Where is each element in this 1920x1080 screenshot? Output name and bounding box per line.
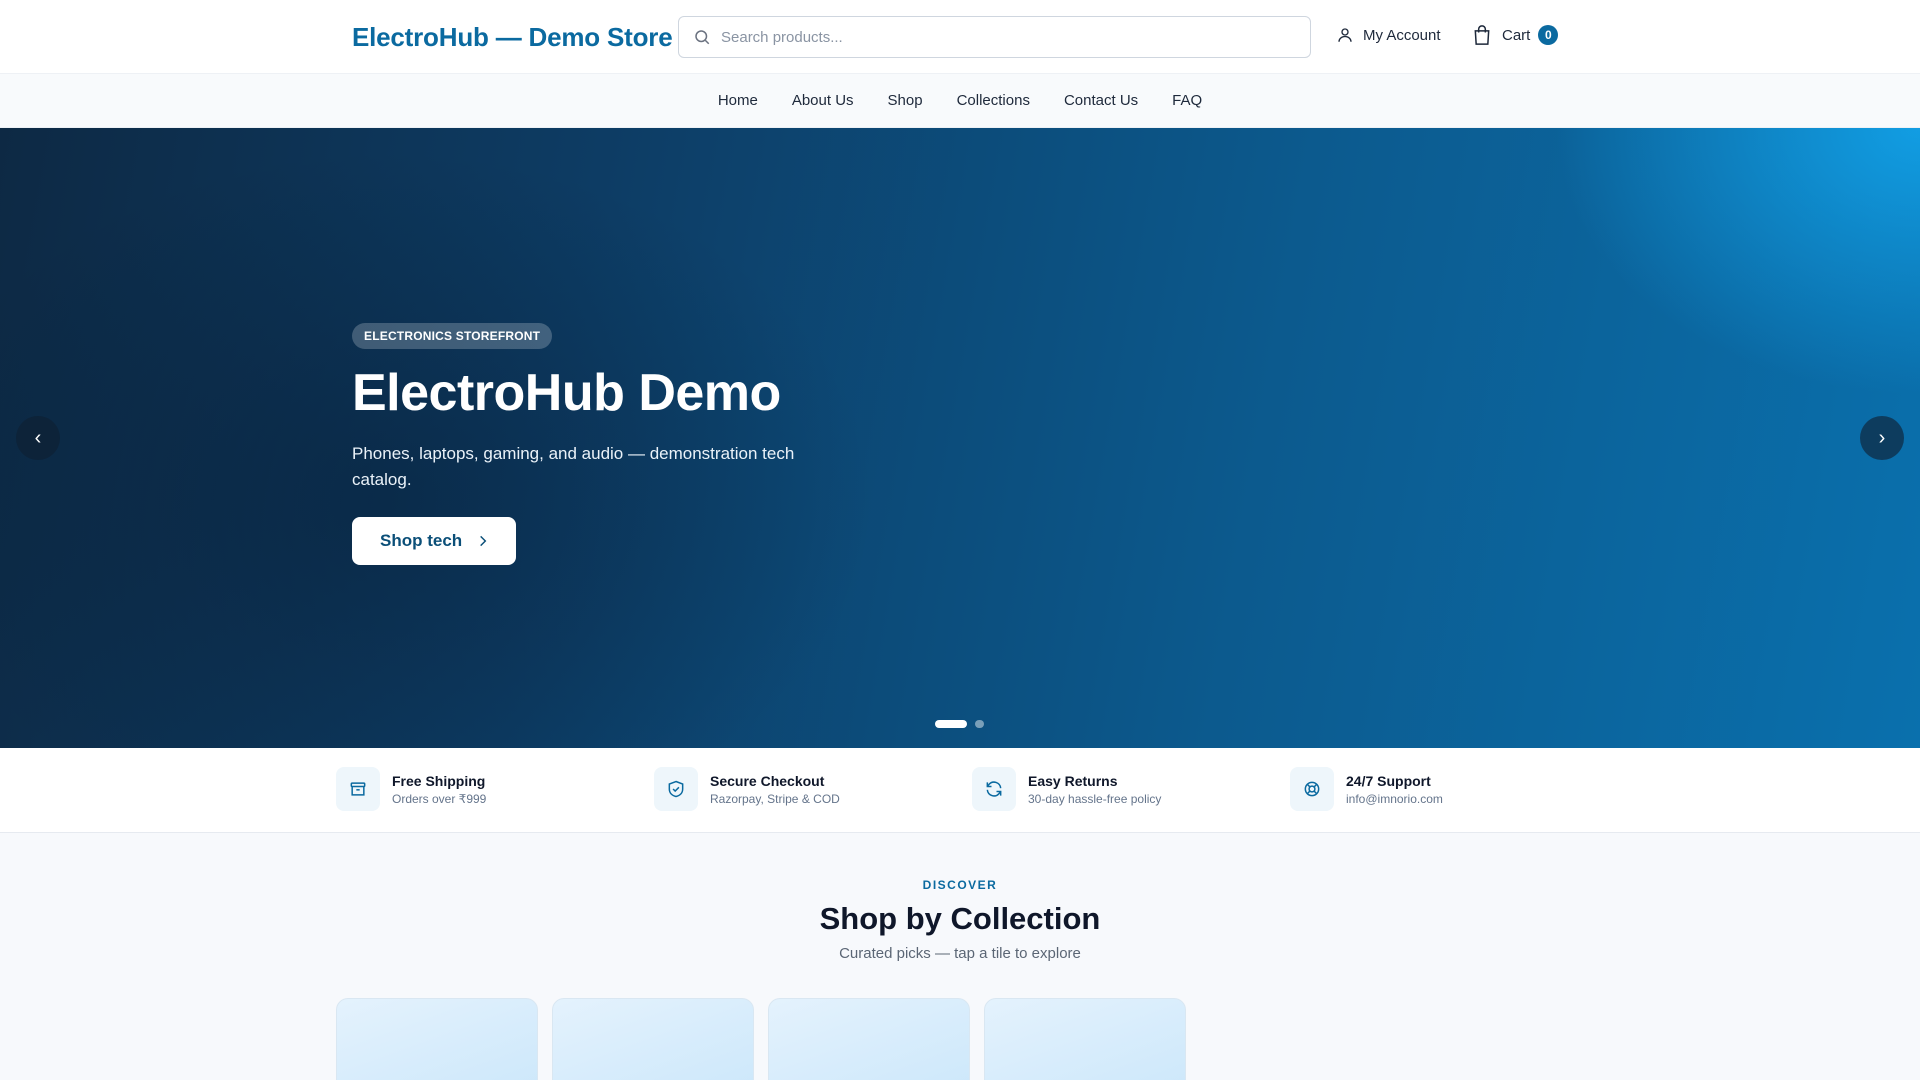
carousel-dots (935, 720, 984, 728)
user-icon (1338, 28, 1352, 42)
feature-title: Free Shipping (392, 772, 486, 789)
collection-tile[interactable] (552, 998, 754, 1080)
feature-subtitle: Razorpay, Stripe & COD (710, 791, 840, 806)
shop-tech-label: Shop tech (380, 531, 463, 550)
nav-about-us[interactable]: About Us (792, 92, 854, 109)
section-title: Shop by Collection (819, 901, 1101, 936)
refresh-icon (986, 781, 1002, 797)
carousel-next-button[interactable]: › (1860, 416, 1904, 460)
my-account-link[interactable]: My Account (1336, 26, 1441, 44)
brand-logo[interactable]: ElectroHub — Demo Store (352, 22, 673, 53)
features-bar: Free Shipping Orders over ₹999 Secure Ch… (0, 748, 1920, 833)
feature-title: 24/7 Support (1346, 772, 1431, 789)
search-icon (695, 30, 710, 45)
hero-carousel: ‹ ELECTRONICS STOREFRONT ElectroHub Demo… (0, 128, 1920, 748)
collection-tile[interactable] (984, 998, 1186, 1080)
carousel-dot-2[interactable] (975, 720, 984, 728)
my-account-label: My Account (1363, 26, 1441, 44)
feature-subtitle: info@imnorio.com (1346, 791, 1443, 806)
nav-collections[interactable]: Collections (957, 92, 1030, 109)
hero-badge: ELECTRONICS STOREFRONT (352, 323, 553, 349)
feature-title: Secure Checkout (710, 772, 825, 789)
hero-content: ELECTRONICS STOREFRONT ElectroHub Demo P… (352, 323, 822, 565)
box-icon (350, 782, 366, 796)
collection-tile[interactable] (768, 998, 970, 1080)
shield-icon (668, 780, 684, 798)
feature-subtitle: Orders over ₹999 (392, 791, 487, 806)
cart-count-badge: 0 (1538, 25, 1559, 45)
nav-faq[interactable]: FAQ (1172, 92, 1202, 109)
feature-support: 24/7 Support info@imnorio.com (1290, 767, 1443, 811)
search-bar[interactable] (678, 16, 1311, 58)
feature-secure-checkout: Secure Checkout Razorpay, Stripe & COD (654, 767, 840, 811)
lifebuoy-icon (1304, 781, 1320, 797)
section-subtitle: Curated picks — tap a tile to explore (839, 945, 1081, 962)
site-header: ElectroHub — Demo Store My Account Cart … (0, 0, 1920, 74)
shopping-bag-icon (1474, 25, 1490, 45)
search-input[interactable] (721, 28, 1281, 46)
carousel-prev-button[interactable]: ‹ (16, 416, 60, 460)
cart-link[interactable]: Cart 0 (1472, 24, 1559, 46)
chevron-right-icon (480, 535, 487, 547)
shop-tech-button[interactable]: Shop tech (352, 517, 517, 565)
hero-title: ElectroHub Demo (352, 364, 781, 422)
main-nav: Home About Us Shop Collections Contact U… (0, 74, 1920, 128)
nav-home[interactable]: Home (718, 92, 758, 109)
feature-subtitle: 30-day hassle-free policy (1028, 791, 1162, 806)
nav-contact-us[interactable]: Contact Us (1064, 92, 1138, 109)
collections-section: DISCOVER Shop by Collection Curated pick… (0, 833, 1920, 1080)
carousel-dot-1[interactable] (935, 720, 967, 728)
section-eyebrow: DISCOVER (922, 878, 998, 892)
cart-label: Cart (1502, 26, 1531, 44)
feature-easy-returns: Easy Returns 30-day hassle-free policy (972, 767, 1161, 811)
feature-title: Easy Returns (1028, 772, 1118, 789)
feature-free-shipping: Free Shipping Orders over ₹999 (336, 767, 486, 811)
nav-shop[interactable]: Shop (888, 92, 923, 109)
collection-tile[interactable] (336, 998, 538, 1080)
hero-subtitle: Phones, laptops, gaming, and audio — dem… (352, 444, 795, 489)
